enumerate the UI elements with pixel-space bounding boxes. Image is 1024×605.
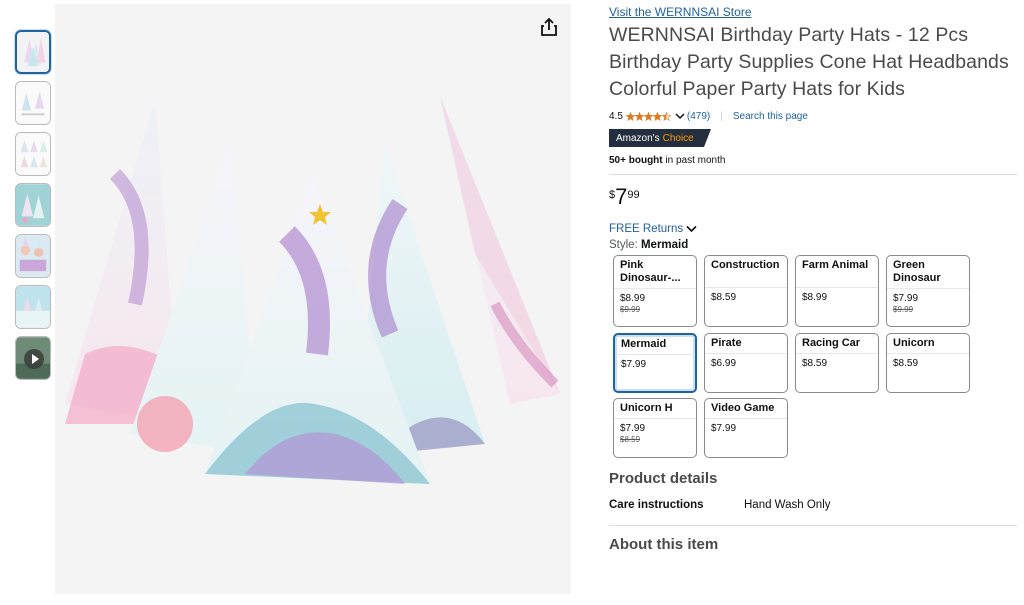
- star-icon: [625, 111, 635, 121]
- thumbnail-1[interactable]: [15, 30, 51, 74]
- style-option[interactable]: Green Dinosaur $7.99 $9.99: [886, 255, 970, 327]
- main-product-image[interactable]: [55, 4, 571, 594]
- chevron-down-icon: [686, 225, 697, 233]
- style-option-name: Unicorn H: [614, 399, 696, 419]
- product-details: Product details Care instructions Hand W…: [609, 470, 1019, 511]
- badge-suffix: Choice: [662, 132, 694, 144]
- style-option-price: $7.99: [621, 359, 647, 370]
- style-option-name: Pink Dinosaur-...: [614, 256, 696, 289]
- style-option[interactable]: Pirate $6.99: [704, 333, 788, 393]
- chevron-down-icon[interactable]: [675, 112, 685, 120]
- style-option[interactable]: Video Game $7.99: [704, 398, 788, 458]
- divider: [609, 525, 1017, 526]
- separator: |: [720, 110, 723, 122]
- thumbnail-strip: [15, 30, 51, 387]
- product-title: WERNNSAI Birthday Party Hats - 12 Pcs Bi…: [609, 24, 1009, 100]
- thumbnail-video[interactable]: [15, 336, 51, 380]
- style-option-name: Racing Car: [796, 334, 878, 354]
- style-option-price: $8.59: [711, 292, 737, 303]
- style-option-name: Farm Animal: [796, 256, 878, 288]
- star-icon: [652, 111, 662, 121]
- star-icon: [643, 111, 653, 121]
- style-option[interactable]: Racing Car $8.59: [795, 333, 879, 393]
- bought-rest: in past month: [662, 155, 726, 166]
- style-option-price: $8.59: [893, 358, 919, 369]
- style-swatches: Pink Dinosaur-... $8.99 $9.99 Construction $…: [609, 255, 1019, 460]
- rating-value: 4.5: [609, 110, 623, 122]
- style-option-name: Video Game: [705, 399, 787, 419]
- bought-in-past-month: 50+ bought in past month: [609, 155, 1019, 166]
- thumbnail-3[interactable]: [15, 132, 51, 176]
- star-icon: [661, 111, 671, 121]
- search-this-page-link[interactable]: Search this page: [733, 111, 808, 122]
- thumbnail-6[interactable]: [15, 285, 51, 329]
- style-option-price: $6.99: [711, 358, 737, 369]
- style-option-name: Green Dinosaur: [887, 256, 969, 289]
- style-option-name: Mermaid: [615, 335, 695, 355]
- style-option-name: Unicorn: [887, 334, 969, 354]
- style-option[interactable]: Farm Animal $8.99: [795, 255, 879, 327]
- style-option[interactable]: Mermaid $7.99: [613, 333, 697, 393]
- style-option-price: $7.99: [893, 293, 919, 304]
- style-option-old-price: $8.59: [620, 435, 641, 444]
- thumbnail-2[interactable]: [15, 81, 51, 125]
- style-option-price: $8.99: [802, 292, 828, 303]
- style-value: Mermaid: [640, 239, 689, 251]
- style-option-price: $8.99: [620, 293, 646, 304]
- bought-count: 50+ bought: [609, 155, 663, 166]
- returns-label: FREE Returns: [609, 223, 684, 235]
- style-option-old-price: $9.99: [620, 305, 641, 314]
- star-rating[interactable]: [625, 111, 671, 121]
- about-this-item-title: About this item: [609, 536, 719, 553]
- product-info: Visit the WERNNSAI Store WERNNSAI Birthd…: [609, 4, 1019, 553]
- price-fraction: 99: [627, 189, 640, 201]
- review-count-link[interactable]: (479): [687, 111, 710, 122]
- style-option[interactable]: Construction $8.59: [704, 255, 788, 327]
- thumbnail-5[interactable]: [15, 234, 51, 278]
- star-icon: [634, 111, 644, 121]
- product-details-title: Product details: [609, 470, 718, 487]
- store-link[interactable]: Visit the WERNNSAI Store: [609, 4, 1019, 20]
- amazons-choice-badge: Amazon's Choice: [609, 129, 711, 147]
- badge-prefix: Amazon's: [616, 132, 660, 144]
- play-icon: [24, 349, 44, 369]
- style-option-old-price: $9.99: [893, 305, 914, 314]
- style-option-name: Construction: [705, 256, 787, 288]
- care-instructions-value: Hand Wash Only: [744, 499, 831, 511]
- details-row: Care instructions Hand Wash Only: [609, 499, 1019, 511]
- thumbnail-4[interactable]: [15, 183, 51, 227]
- rating-row: 4.5 (479) | Search this page: [609, 109, 1019, 123]
- price-whole: 7: [615, 184, 628, 209]
- style-label: Style: Mermaid: [609, 239, 1019, 251]
- care-instructions-label: Care instructions: [609, 499, 704, 511]
- style-option-price: $7.99: [711, 423, 737, 434]
- style-option-price: $7.99: [620, 423, 646, 434]
- style-option[interactable]: Pink Dinosaur-... $8.99 $9.99: [613, 255, 697, 327]
- style-prefix: Style:: [609, 239, 641, 251]
- style-option-price: $8.59: [802, 358, 828, 369]
- divider: [609, 174, 1017, 175]
- free-returns-link[interactable]: FREE Returns: [609, 223, 1019, 235]
- price: $ 7 99: [609, 185, 1019, 211]
- style-option[interactable]: Unicorn $8.59: [886, 333, 970, 393]
- style-option[interactable]: Unicorn H $7.99 $8.59: [613, 398, 697, 458]
- style-option-name: Pirate: [705, 334, 787, 354]
- share-icon[interactable]: [538, 16, 560, 38]
